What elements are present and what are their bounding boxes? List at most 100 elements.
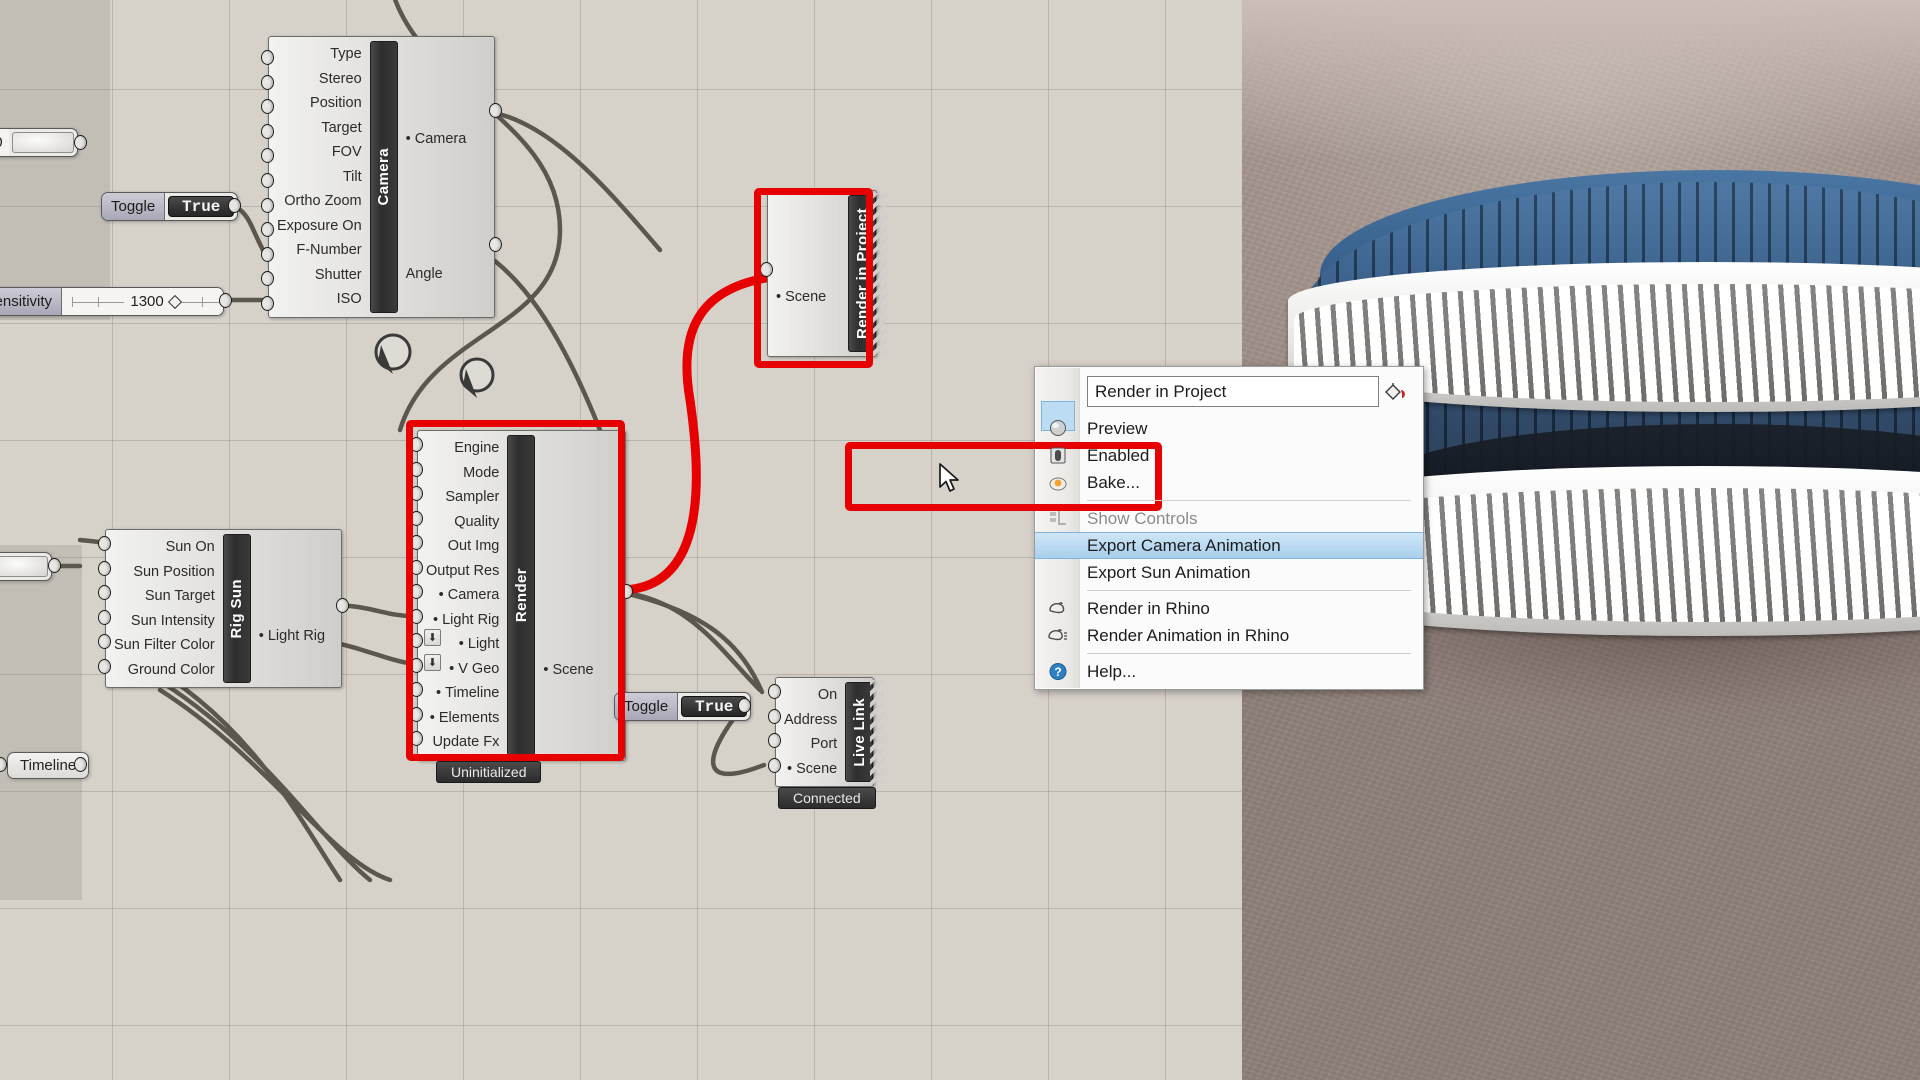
node-render[interactable]: Engine Mode Sampler Quality Out Img Outp… [417, 430, 626, 761]
camera-input-ortho-zoom[interactable]: Ortho Zoom [276, 189, 369, 214]
camera-nub-tilt[interactable] [261, 173, 274, 188]
sensitivity-track[interactable]: 1300 [62, 288, 224, 315]
render-input-v-geo[interactable]: • V Geo [441, 657, 507, 682]
render-nub-out-img[interactable] [410, 535, 423, 550]
camera-nub-type[interactable] [261, 50, 274, 65]
render-output-scene[interactable]: • Scene [535, 658, 601, 683]
camera-input-fov[interactable]: FOV [324, 140, 370, 165]
render-nub-update-fx[interactable] [410, 731, 423, 746]
camera-nub-out-angle[interactable] [489, 237, 502, 252]
render-input-camera[interactable]: • Camera [431, 583, 508, 608]
menu-item-enabled[interactable]: Enabled [1035, 442, 1423, 469]
render-input-elements[interactable]: • Elements [422, 706, 508, 731]
render-nub-light[interactable] [410, 633, 423, 648]
camera-input-shutter[interactable]: Shutter [307, 263, 370, 288]
live-link-node-title[interactable]: Live Link [845, 682, 873, 782]
rig-sun-nub-sun-filter-color[interactable] [98, 634, 111, 649]
node-camera[interactable]: Type Stereo Position Target FOV Tilt Ort… [268, 36, 495, 318]
render-input-sampler[interactable]: Sampler [437, 485, 507, 510]
camera-nub-iso[interactable] [261, 296, 274, 311]
render-nub-camera[interactable] [410, 584, 423, 599]
rig-sun-nub-out-light-rig[interactable] [336, 598, 349, 613]
rig-sun-input-sun-target[interactable]: Sun Target [137, 584, 223, 609]
render-nub-elements[interactable] [410, 707, 423, 722]
render-nub-v-geo[interactable] [410, 658, 423, 673]
rig-sun-nub-sun-target[interactable] [98, 585, 111, 600]
render-node-title[interactable]: Render [507, 435, 535, 756]
render-input-update-fx[interactable]: Update Fx [424, 730, 507, 755]
render-nub-output-res[interactable] [410, 560, 423, 575]
menu-item-export-sun-animation[interactable]: Export Sun Animation [1035, 559, 1423, 586]
iso-handle[interactable] [0, 556, 48, 577]
rig-sun-input-ground-color[interactable]: Ground Color [120, 658, 223, 683]
live-link-nub-scene[interactable] [768, 758, 781, 773]
render-in-project-nub-scene[interactable] [760, 262, 773, 277]
rig-sun-nub-sun-position[interactable] [98, 561, 111, 576]
toggle-true-top[interactable]: Toggle True [101, 192, 238, 221]
slider-iso[interactable]: 50 [0, 552, 52, 581]
live-link-input-address[interactable]: Address [776, 708, 845, 733]
camera-input-type[interactable]: Type [322, 42, 369, 67]
camera-output-camera[interactable]: • Camera [398, 127, 475, 152]
camera-output-angle[interactable]: Angle [398, 262, 451, 287]
menu-item-render-animation-in-rhino[interactable]: Render Animation in Rhino [1035, 622, 1423, 649]
render-nub-mode[interactable] [410, 462, 423, 477]
camera-input-tilt[interactable]: Tilt [335, 165, 370, 190]
render-input-timeline[interactable]: • Timeline [428, 681, 507, 706]
rig-sun-nub-ground-color[interactable] [98, 659, 111, 674]
camera-input-stereo[interactable]: Stereo [311, 67, 370, 92]
live-link-input-on[interactable]: On [810, 683, 845, 708]
render-input-output-res[interactable]: Output Res [418, 559, 507, 584]
live-link-nub-address[interactable] [768, 709, 781, 724]
live-link-nub-port[interactable] [768, 733, 781, 748]
number-slider-0750[interactable]: 0.750 [0, 128, 78, 157]
camera-nub-position[interactable] [261, 99, 274, 114]
rig-sun-nub-sun-intensity[interactable] [98, 610, 111, 625]
render-nub-engine[interactable] [410, 437, 423, 452]
render-input-out-img[interactable]: Out Img [440, 534, 508, 559]
component-name-input[interactable] [1087, 376, 1379, 407]
menu-item-preview[interactable]: Preview [1035, 415, 1423, 442]
camera-input-exposure-on[interactable]: Exposure On [269, 214, 370, 239]
menu-item-help[interactable]: ? Help... [1035, 658, 1423, 685]
component-context-menu[interactable]: Preview Enabled Bake... [1034, 366, 1424, 690]
menu-item-render-in-rhino[interactable]: Render in Rhino [1035, 595, 1423, 622]
node-live-link[interactable]: On Address Port • Scene Live Link Connec… [775, 677, 874, 787]
slider-sensitivity[interactable]: n Sensitivity 1300 [0, 287, 224, 316]
sensitivity-output-nub[interactable] [219, 293, 232, 308]
render-nub-timeline[interactable] [410, 682, 423, 697]
camera-nub-stereo[interactable] [261, 75, 274, 90]
rig-sun-output-light-rig[interactable]: • Light Rig [251, 624, 333, 649]
camera-nub-target[interactable] [261, 124, 274, 139]
node-rig-sun[interactable]: Sun On Sun Position Sun Target Sun Inten… [105, 529, 342, 688]
rig-sun-nub-sun-on[interactable] [98, 536, 111, 551]
camera-input-iso[interactable]: ISO [329, 287, 370, 312]
menu-item-bake[interactable]: Bake... [1035, 469, 1423, 496]
camera-nub-fov[interactable] [261, 148, 274, 163]
node-render-in-project[interactable]: • Scene Render in Project [767, 190, 877, 357]
camera-nub-exposure-on[interactable] [261, 222, 274, 237]
rig-sun-input-sun-on[interactable]: Sun On [158, 535, 223, 560]
rig-sun-node-title[interactable]: Rig Sun [223, 534, 251, 683]
vgeo-flatten-icon[interactable]: ⬇ [424, 654, 441, 671]
camera-input-position[interactable]: Position [302, 91, 370, 116]
render-in-project-node-title[interactable]: Render in Project [848, 195, 876, 352]
menu-item-export-camera-animation[interactable]: Export Camera Animation [1035, 532, 1423, 559]
toggle-true-bottom[interactable]: Toggle True [614, 692, 751, 721]
toggle-value[interactable]: True [168, 196, 234, 217]
camera-nub-shutter[interactable] [261, 271, 274, 286]
iso-output-nub[interactable] [48, 558, 61, 573]
render-input-mode[interactable]: Mode [455, 461, 507, 486]
camera-nub-out-camera[interactable] [489, 103, 502, 118]
live-link-nub-on[interactable] [768, 684, 781, 699]
camera-node-title[interactable]: Camera [370, 41, 398, 313]
live-link-input-scene[interactable]: • Scene [779, 757, 845, 782]
render-nub-light-rig[interactable] [410, 609, 423, 624]
render-nub-sampler[interactable] [410, 486, 423, 501]
camera-input-target[interactable]: Target [313, 116, 369, 141]
render-input-engine[interactable]: Engine [446, 436, 507, 461]
paint-bucket-icon[interactable] [1379, 381, 1413, 403]
rig-sun-input-sun-filter-color[interactable]: Sun Filter Color [106, 633, 223, 658]
light-flatten-icon[interactable]: ⬇ [424, 629, 441, 646]
camera-input-f-number[interactable]: F-Number [288, 238, 369, 263]
